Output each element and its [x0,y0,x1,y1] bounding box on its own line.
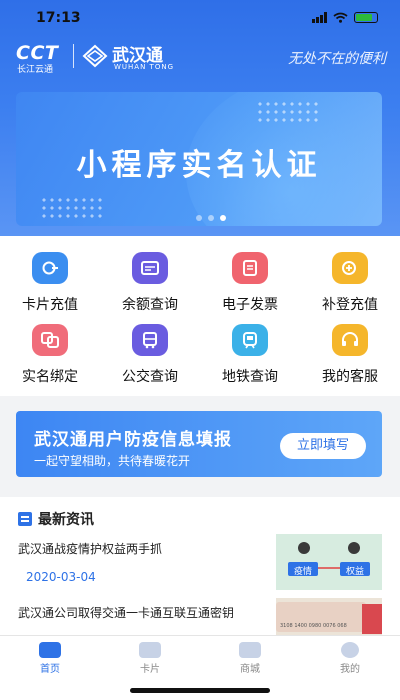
fill-now-button[interactable]: 立即填写 [280,433,366,459]
top-up-icon [332,252,368,284]
home-icon [39,642,61,658]
news-thumbnail: 3108 1400 0980 0076 068 [276,598,382,635]
headset-icon [332,324,368,356]
news-heading: 最新资讯 [38,512,94,528]
service-bus-query[interactable]: 公交查询 [105,324,195,385]
status-bar: 17:13 [0,10,400,28]
news-icon [18,512,32,526]
bus-icon [132,324,168,356]
pager-dot[interactable] [208,215,214,221]
thumb-label-rights: 权益 [345,567,364,577]
service-customer-service[interactable]: 我的客服 [305,324,395,385]
signal-icon [312,12,327,23]
tab-shop[interactable]: 商城 [220,642,280,675]
tab-card[interactable]: 卡片 [120,642,180,675]
service-metro-query[interactable]: 地铁查询 [205,324,295,385]
shop-icon [239,642,261,658]
banner-dot-pattern [40,196,106,222]
battery-icon [354,12,378,23]
service-card-recharge[interactable]: 卡片充值 [5,252,95,313]
news-item[interactable]: 武汉通公司取得交通一卡通互联互通密钥 3108 1400 0980 0076 0… [18,598,382,635]
banner-carousel[interactable]: 小程序实名认证 [16,92,382,226]
thumb-card-number: 3108 1400 0980 0076 068 [280,623,347,629]
banner-dot-pattern [256,100,322,126]
status-time: 17:13 [36,10,81,26]
news-item[interactable]: 武汉通战疫情护权益两手抓 2020-03-04 疫情 权益 [18,534,382,590]
top-header: 17:13 CCT 长江云通 武汉通 WUHAN TONG 无处不在的便利 小程… [0,0,400,236]
cct-subtitle: 长江云通 [17,65,54,75]
pager-dot-active[interactable] [220,215,226,221]
service-realname-binding[interactable]: 实名绑定 [5,324,95,385]
card-icon [139,642,161,658]
service-supplement-recharge[interactable]: 补登充值 [305,252,395,313]
news-date: 2020-03-04 [26,570,96,584]
pager-dot[interactable] [196,215,202,221]
service-balance-query[interactable]: 余额查询 [105,252,195,313]
metro-icon [232,324,268,356]
home-indicator [130,688,270,693]
cct-logo: CCT [16,42,59,64]
wuhantong-logo-icon [82,44,108,68]
news-thumbnail: 疫情 权益 [276,534,382,590]
slogan: 无处不在的便利 [288,51,386,67]
epidemic-subtitle: 一起守望相助，共待春暖花开 [34,454,191,468]
wifi-icon [333,12,348,23]
service-grid: 卡片充值 余额查询 电子发票 补登充值 实名绑定 公交查询 地铁查询 我的客服 [0,236,400,396]
news-title: 武汉通公司取得交通一卡通互联互通密钥 [18,606,235,620]
bind-icon [32,324,68,356]
banner-title: 小程序实名认证 [76,148,322,183]
profile-icon [341,642,359,658]
card-recharge-icon [32,252,68,284]
thumb-label-epidemic: 疫情 [293,567,312,577]
app-name-en: WUHAN TONG [114,63,175,71]
tab-home[interactable]: 首页 [20,642,80,675]
banner-pager [196,215,226,221]
tab-profile[interactable]: 我的 [320,642,380,675]
epidemic-title: 武汉通用户防疫信息填报 [34,430,232,450]
news-section: 最新资讯 武汉通战疫情护权益两手抓 2020-03-04 疫情 权益 武汉通公司… [0,497,400,635]
news-title: 武汉通战疫情护权益两手抓 [18,542,163,556]
service-e-invoice[interactable]: 电子发票 [205,252,295,313]
epidemic-report-banner[interactable]: 武汉通用户防疫信息填报 一起守望相助，共待春暖花开 立即填写 [16,411,382,477]
brand-bar: CCT 长江云通 武汉通 WUHAN TONG 无处不在的便利 [16,40,386,75]
balance-icon [132,252,168,284]
invoice-icon [232,252,268,284]
logo-divider [73,44,74,68]
